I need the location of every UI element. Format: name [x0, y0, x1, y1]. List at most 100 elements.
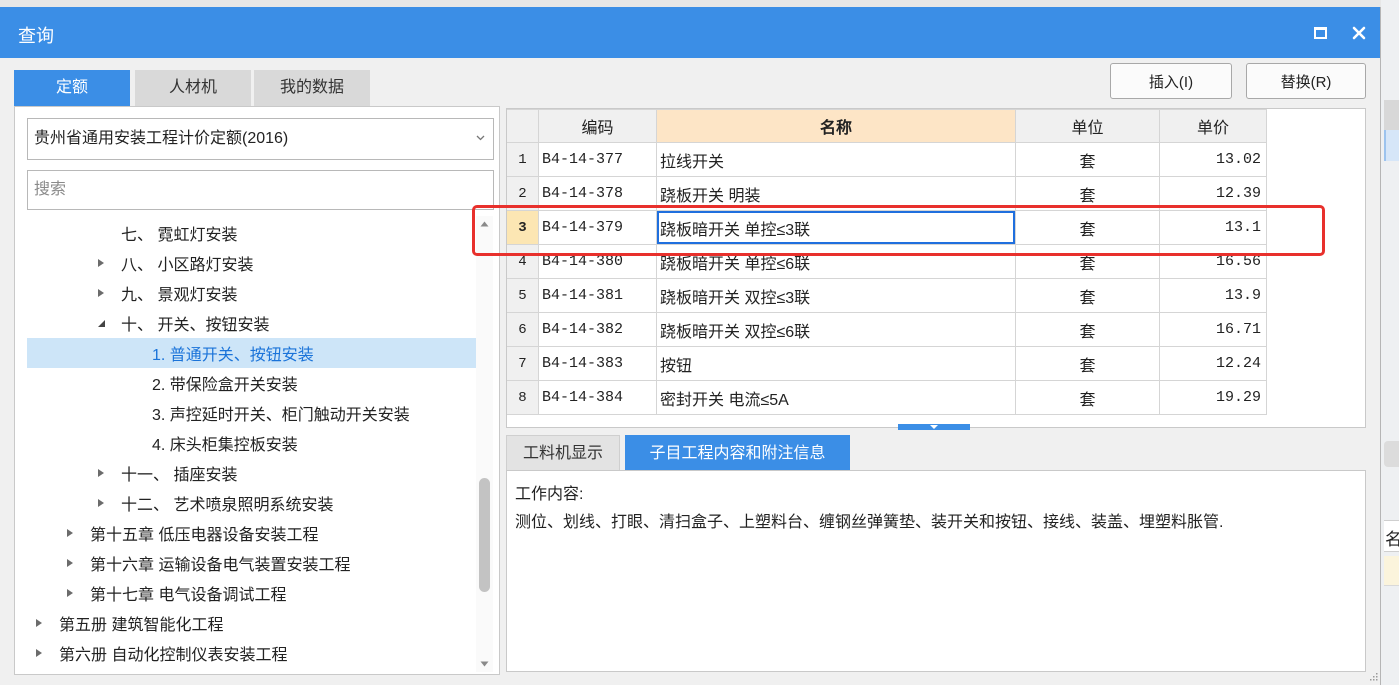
tree-item[interactable]: 十二、 艺术喷泉照明系统安装 [27, 488, 476, 518]
tree-item[interactable]: 第五册 建筑智能化工程 [27, 608, 476, 638]
tree-item[interactable]: 第十五章 低压电器设备安装工程 [27, 518, 476, 548]
code-cell[interactable]: B4-14-381 [538, 278, 657, 313]
insert-button[interactable]: 插入(I) [1110, 63, 1232, 99]
name-cell[interactable]: 密封开关 电流≤5A [656, 380, 1016, 415]
quota-library-select[interactable]: 贵州省通用安装工程计价定额(2016) [27, 118, 494, 160]
tree-item[interactable]: 第十七章 电气设备调试工程 [27, 578, 476, 608]
price-cell[interactable]: 13.02 [1159, 142, 1267, 177]
table-row[interactable]: 7 B4-14-383 按钮套 12.24 [507, 346, 1267, 381]
panel-splitter[interactable] [898, 424, 970, 430]
tab-work-content-notes[interactable]: 子目工程内容和附注信息 [625, 435, 850, 471]
name-cell[interactable]: 跷板暗开关 双控≤3联 [656, 278, 1016, 313]
column-header-name[interactable]: 名称 [656, 109, 1016, 143]
row-number-cell[interactable]: 6 [507, 312, 539, 347]
name-cell[interactable]: 跷板暗开关 单控≤6联 [656, 244, 1016, 279]
quota-library-value: 贵州省通用安装工程计价定额(2016) [34, 130, 289, 147]
caret-right-icon[interactable] [62, 578, 90, 608]
tree-item[interactable]: 第六册 自动化控制仪表安装工程 [27, 638, 476, 668]
resize-grip-icon[interactable] [1368, 671, 1378, 681]
name-cell[interactable]: 拉线开关 [656, 142, 1016, 177]
name-cell[interactable]: 跷板暗开关 双控≤6联 [656, 312, 1016, 347]
caret-right-icon[interactable] [93, 248, 121, 278]
price-cell[interactable]: 12.24 [1159, 346, 1267, 381]
tree-item-label: 4. 床头柜集控板安装 [152, 437, 298, 454]
tree-item[interactable]: 第十六章 运输设备电气装置安装工程 [27, 548, 476, 578]
tab-labor-material-machine[interactable]: 人材机 [135, 70, 251, 106]
code-cell[interactable]: B4-14-380 [538, 244, 657, 279]
code-cell[interactable]: B4-14-384 [538, 380, 657, 415]
code-cell[interactable]: B4-14-382 [538, 312, 657, 347]
name-cell[interactable]: 跷板开关 明装 [656, 176, 1016, 211]
unit-cell[interactable]: 套 [1015, 210, 1160, 245]
tab-quota[interactable]: 定额 [14, 70, 130, 106]
price-cell[interactable]: 16.56 [1159, 244, 1267, 279]
row-number-cell[interactable]: 2 [507, 176, 539, 211]
tab-resource-display[interactable]: 工料机显示 [506, 435, 620, 471]
name-cell[interactable]: 按钮 [656, 346, 1016, 381]
scroll-down-icon[interactable] [480, 661, 489, 667]
unit-cell[interactable]: 套 [1015, 176, 1160, 211]
code-cell[interactable]: B4-14-377 [538, 142, 657, 177]
caret-right-icon[interactable] [93, 488, 121, 518]
table-row[interactable]: 8 B4-14-384 密封开关 电流≤5A 套 19.29 [507, 380, 1267, 415]
table-row[interactable]: 2 B4-14-378 跷板开关 明装套 12.39 [507, 176, 1267, 211]
unit-cell[interactable]: 套 [1015, 278, 1160, 313]
tree-item[interactable]: 十、 开关、按钮安装 [27, 308, 476, 338]
price-cell[interactable]: 19.29 [1159, 380, 1267, 415]
tree-item[interactable]: 1. 普通开关、按钮安装 [27, 338, 476, 368]
row-number-cell[interactable]: 8 [507, 380, 539, 415]
row-number-cell[interactable]: 5 [507, 278, 539, 313]
unit-cell[interactable]: 套 [1015, 380, 1160, 415]
code-cell[interactable]: B4-14-383 [538, 346, 657, 381]
tree-item[interactable]: 八、 小区路灯安装 [27, 248, 476, 278]
row-number-cell[interactable]: 3 [507, 210, 539, 245]
caret-expanded-icon[interactable] [93, 308, 121, 338]
scroll-up-icon[interactable] [480, 221, 489, 227]
replace-button[interactable]: 替换(R) [1246, 63, 1366, 99]
row-number-cell[interactable]: 4 [507, 244, 539, 279]
tab-my-data[interactable]: 我的数据 [254, 70, 370, 106]
row-number-cell[interactable]: 7 [507, 346, 539, 381]
unit-cell[interactable]: 套 [1015, 142, 1160, 177]
tree-item-label: 2. 带保险盒开关安装 [152, 377, 298, 394]
unit-cell[interactable]: 套 [1015, 244, 1160, 279]
table-row[interactable]: 5 B4-14-381 跷板暗开关 双控≤3联套 13.9 [507, 278, 1267, 313]
row-number-cell[interactable]: 1 [507, 142, 539, 177]
column-header-price[interactable]: 单价 [1159, 109, 1267, 143]
chevron-down-icon[interactable] [476, 135, 485, 141]
tree-item[interactable]: 七、 霓虹灯安装 [27, 218, 476, 248]
search-input[interactable] [27, 170, 494, 210]
tree-item[interactable]: 4. 床头柜集控板安装 [27, 428, 476, 458]
detail-heading: 工作内容: [515, 486, 584, 503]
code-cell[interactable]: B4-14-378 [538, 176, 657, 211]
tree-item[interactable]: 十一、 插座安装 [27, 458, 476, 488]
tree-scrollbar[interactable] [476, 216, 493, 672]
price-cell[interactable]: 13.1 [1159, 210, 1267, 245]
unit-cell[interactable]: 套 [1015, 312, 1160, 347]
caret-right-icon[interactable] [62, 518, 90, 548]
table-row[interactable]: 1 B4-14-377 拉线开关套 13.02 [507, 142, 1267, 177]
price-cell[interactable]: 12.39 [1159, 176, 1267, 211]
tree-item[interactable]: 2. 带保险盒开关安装 [27, 368, 476, 398]
caret-right-icon[interactable] [31, 608, 59, 638]
caret-right-icon[interactable] [93, 458, 121, 488]
caret-right-icon[interactable] [93, 278, 121, 308]
name-cell[interactable]: 跷板暗开关 单控≤3联 [656, 210, 1016, 245]
caret-right-icon[interactable] [62, 548, 90, 578]
table-row[interactable]: 3 B4-14-379 跷板暗开关 单控≤3联套 13.1 [507, 210, 1267, 245]
price-cell[interactable]: 16.71 [1159, 312, 1267, 347]
table-row[interactable]: 6 B4-14-382 跷板暗开关 双控≤6联套 16.71 [507, 312, 1267, 347]
unit-cell[interactable]: 套 [1015, 346, 1160, 381]
close-icon[interactable] [1352, 26, 1366, 40]
column-header-code[interactable]: 编码 [538, 109, 657, 143]
scrollbar-thumb[interactable] [479, 478, 490, 592]
code-cell[interactable]: B4-14-379 [538, 210, 657, 245]
column-header-unit[interactable]: 单位 [1015, 109, 1160, 143]
tree-item[interactable]: 九、 景观灯安装 [27, 278, 476, 308]
maximize-icon[interactable] [1314, 27, 1327, 39]
table-row[interactable]: 4 B4-14-380 跷板暗开关 单控≤6联套 16.56 [507, 244, 1267, 279]
tree-item[interactable]: 3. 声控延时开关、柜门触动开关安装 [27, 398, 476, 428]
title-bar[interactable]: 查询 [0, 7, 1380, 58]
price-cell[interactable]: 13.9 [1159, 278, 1267, 313]
caret-right-icon[interactable] [31, 638, 59, 668]
